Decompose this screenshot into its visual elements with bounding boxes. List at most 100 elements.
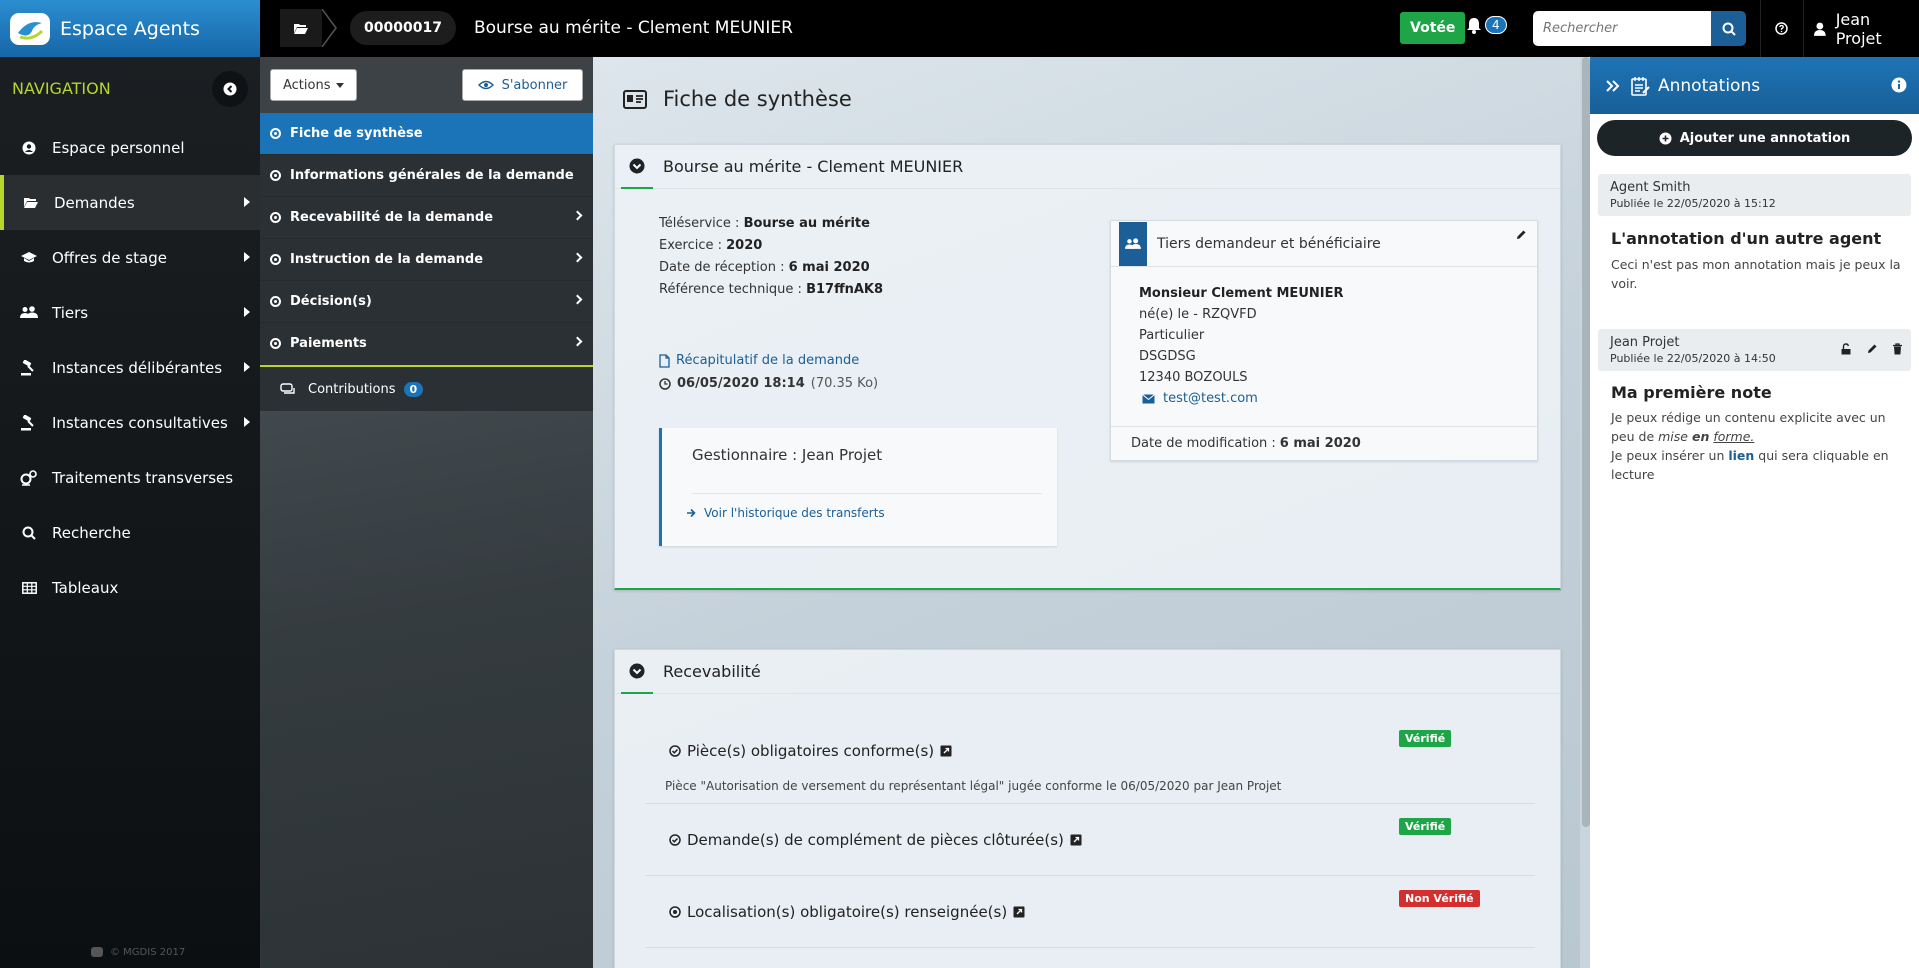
check-row: Vérifié Demande(s) de complément de pièc… (645, 804, 1535, 876)
nav-collapse-button[interactable] (212, 71, 248, 107)
edit-tiers-button[interactable] (1515, 229, 1527, 241)
app-logo-icon (91, 947, 103, 957)
nav-header: NAVIGATION (0, 57, 260, 120)
annotation-meta: Agent Smith Publiée le 22/05/2020 à 15:1… (1598, 174, 1911, 216)
recap-link[interactable]: Récapitulatif de la demande (659, 353, 859, 368)
graduation-cap-icon (21, 252, 37, 263)
user-menu[interactable]: Jean Projet (1803, 0, 1919, 57)
gavel-icon (21, 359, 34, 375)
tiers-address-2: 12340 BOZOULS (1139, 370, 1248, 385)
subnav-item-paiements[interactable]: Paiements (260, 323, 593, 365)
caret-right-icon (244, 307, 250, 317)
annotation-body: Ceci n'est pas mon annotation mais je pe… (1611, 257, 1901, 291)
subnav-item-informations-generales[interactable]: Informations générales de la demande (260, 155, 593, 197)
breadcrumb-folder[interactable] (280, 9, 322, 47)
annotations-panel: Annotations Ajouter une annotation Agent… (1590, 57, 1919, 968)
double-chevron-right-icon (1606, 79, 1620, 92)
page-title: Fiche de synthèse (623, 87, 852, 111)
trash-icon[interactable] (1892, 343, 1903, 355)
tiers-name: Monsieur Clement MEUNIER (1139, 286, 1344, 301)
user-name: Jean Projet (1835, 9, 1882, 48)
check-row: Vérifié Pièce(s) obligatoires conforme(s… (645, 694, 1535, 804)
main-scrollbar[interactable] (1582, 57, 1590, 827)
collapse-annotations-button[interactable] (1606, 79, 1620, 92)
nav-item-offres-de-stage[interactable]: Offres de stage (0, 230, 260, 285)
caret-right-icon (244, 252, 250, 262)
annotations-header: Annotations (1590, 57, 1919, 114)
dossier-subnav: Actions S'abonner Fiche de synthèse Info… (260, 57, 593, 968)
annotation-author: Agent Smith (1610, 180, 1691, 195)
file-icon (659, 353, 670, 368)
tiers-details: Monsieur Clement MEUNIER né(e) le - RZQV… (1139, 283, 1343, 409)
dot-circle-icon (669, 906, 681, 918)
check-row: Non Vérifié Localisation(s) obligatoire(… (645, 876, 1535, 948)
nav-item-traitements-transverses[interactable]: Traitements transverses (0, 450, 260, 505)
nav-item-espace-personnel[interactable]: Espace personnel (0, 120, 260, 175)
unlock-icon[interactable] (1840, 343, 1852, 355)
transfer-history-link[interactable]: Voir l'historique des transferts (686, 506, 885, 520)
dossier-id[interactable]: 00000017 (350, 11, 456, 45)
summary-panel-title: Bourse au mérite - Clement MEUNIER (663, 157, 964, 176)
nav-item-recherche[interactable]: Recherche (0, 505, 260, 560)
gavel-icon (21, 414, 34, 430)
nav-item-tableaux[interactable]: Tableaux (0, 560, 260, 615)
nav-item-label: Offres de stage (52, 248, 167, 267)
nav-item-instances-consultatives[interactable]: Instances consultatives (0, 395, 260, 450)
subnav-item-contributions[interactable]: Contributions 0 (260, 365, 593, 411)
actions-dropdown-button[interactable]: Actions (270, 69, 357, 101)
tiers-card: Tiers demandeur et bénéficiaire Monsieur… (1110, 220, 1538, 461)
nav-item-demandes[interactable]: Demandes (0, 175, 260, 230)
collapse-toggle[interactable] (621, 145, 653, 189)
notifications-button[interactable]: 4 (1466, 16, 1507, 34)
field-reference: Référence technique : B17ffnAK8 (659, 282, 884, 297)
collapse-toggle[interactable] (621, 650, 653, 694)
nav-item-tiers[interactable]: Tiers (0, 285, 260, 340)
brand[interactable]: Espace Agents (0, 0, 260, 57)
tiers-card-title: Tiers demandeur et bénéficiaire (1157, 235, 1381, 252)
recap-meta: 06/05/2020 18:14 (70.35 Ko) (659, 376, 878, 391)
table-icon (21, 581, 37, 594)
info-circle-icon (1891, 77, 1907, 93)
help-button[interactable] (1760, 0, 1802, 57)
nav-item-instances-deliberantes[interactable]: Instances délibérantes (0, 340, 260, 395)
dot-circle-icon (270, 296, 281, 307)
check-title: Pièce(s) obligatoires conforme(s) (669, 742, 952, 760)
status-badge: Non Vérifié (1399, 890, 1480, 907)
id-card-icon (623, 89, 647, 109)
pencil-icon[interactable] (1866, 343, 1878, 355)
comments-icon (280, 382, 295, 394)
folder-open-icon (24, 198, 38, 208)
subnav-item-fiche-de-synthese[interactable]: Fiche de synthèse (260, 113, 593, 155)
external-link-icon[interactable] (1070, 834, 1082, 846)
nav-title: NAVIGATION (12, 79, 111, 98)
subnav-item-decisions[interactable]: Décision(s) (260, 281, 593, 323)
recevabilite-panel-title: Recevabilité (663, 662, 761, 681)
plus-circle-icon (1659, 132, 1672, 144)
check-title: Demande(s) de complément de pièces clôtu… (669, 831, 1082, 849)
status-badge: Vérifié (1399, 818, 1452, 835)
external-link-icon[interactable] (940, 745, 952, 757)
subnav-item-instruction[interactable]: Instruction de la demande (260, 239, 593, 281)
search-input[interactable] (1533, 11, 1711, 46)
annotation-body: Je peux rédige un contenu explicite avec… (1611, 410, 1889, 482)
tiers-modified: Date de modification : 6 mai 2020 (1111, 426, 1537, 460)
add-annotation-button[interactable]: Ajouter une annotation (1597, 120, 1912, 156)
info-button[interactable] (1891, 77, 1907, 93)
annotation-date: Publiée le 22/05/2020 à 15:12 (1610, 197, 1776, 210)
folder-open-icon (294, 23, 308, 34)
search-button[interactable] (1711, 11, 1746, 46)
nav-item-label: Instances délibérantes (52, 358, 223, 377)
annotation-link[interactable]: lien (1728, 448, 1754, 463)
caret-right-icon (244, 417, 250, 427)
users-icon (20, 306, 38, 318)
eye-icon (477, 80, 494, 90)
subnav-item-recevabilite[interactable]: Recevabilité de la demande (260, 197, 593, 239)
tiers-type: Particulier (1139, 328, 1205, 343)
caret-right-icon (244, 197, 250, 207)
subscribe-button[interactable]: S'abonner (462, 69, 583, 101)
annotation-title: L'annotation d'un autre agent (1611, 229, 1882, 248)
main-navigation: NAVIGATION Espace personnel Demandes Off… (0, 57, 260, 968)
nav-item-label: Espace personnel (52, 138, 185, 157)
tiers-email-link[interactable]: test@test.com (1139, 388, 1343, 409)
external-link-icon[interactable] (1013, 906, 1025, 918)
